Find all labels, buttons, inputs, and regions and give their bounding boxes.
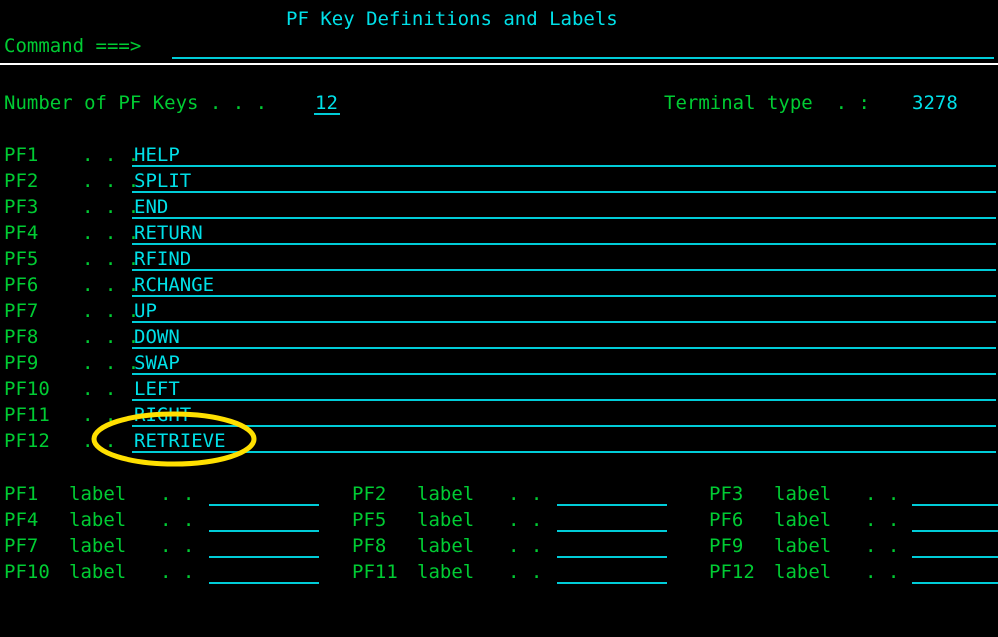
pf-def-value-underline[interactable] bbox=[132, 269, 996, 271]
pf-def-value-underline[interactable] bbox=[132, 451, 996, 453]
pf-def-value-underline[interactable] bbox=[132, 373, 996, 375]
num-pf-keys-underline[interactable] bbox=[314, 113, 340, 115]
pf-label-key: PF4 bbox=[4, 509, 39, 531]
pf-def-key-label: PF11 bbox=[4, 404, 50, 426]
command-input-underline[interactable] bbox=[172, 57, 994, 59]
pf-def-dots: . . . bbox=[82, 352, 140, 374]
pf-def-key-label: PF10 bbox=[4, 378, 50, 400]
pf-label-input-underline[interactable] bbox=[557, 530, 667, 532]
pf-label-dots: . . bbox=[865, 561, 900, 583]
pf-label-word: label bbox=[417, 483, 475, 505]
pf-label-key: PF8 bbox=[352, 535, 387, 557]
pf-label-word: label bbox=[69, 535, 127, 557]
pf-def-dots: . . bbox=[82, 378, 117, 400]
pf-label-dots: . . bbox=[865, 535, 900, 557]
pf-label-dots: . . bbox=[865, 483, 900, 505]
pf-label-input-underline[interactable] bbox=[912, 504, 998, 506]
pf-def-value-underline[interactable] bbox=[132, 165, 996, 167]
pf-def-value-underline[interactable] bbox=[132, 399, 996, 401]
pf-def-dots: . . . bbox=[82, 170, 140, 192]
pf-label-word: label bbox=[69, 561, 127, 583]
pf-label-dots: . . bbox=[508, 509, 543, 531]
command-prompt-label: Command ===> bbox=[4, 35, 142, 57]
pf-label-dots: . . bbox=[160, 561, 195, 583]
pf-label-input-underline[interactable] bbox=[557, 556, 667, 558]
pf-label-key: PF6 bbox=[709, 509, 744, 531]
pf-label-input-underline[interactable] bbox=[209, 582, 319, 584]
num-pf-keys-label: Number of PF Keys . . . bbox=[4, 92, 268, 114]
pf-label-word: label bbox=[774, 483, 832, 505]
pf-label-key: PF7 bbox=[4, 535, 39, 557]
pf-def-key-label: PF6 bbox=[4, 274, 39, 296]
pf-def-dots: . . . bbox=[82, 248, 140, 270]
pf-label-input-underline[interactable] bbox=[912, 556, 998, 558]
pf-label-key: PF5 bbox=[352, 509, 387, 531]
pf-def-value-underline[interactable] bbox=[132, 243, 996, 245]
pf-def-dots: . . . bbox=[82, 144, 140, 166]
header-separator bbox=[0, 63, 998, 65]
pf-def-value-underline[interactable] bbox=[132, 347, 996, 349]
pf-def-key-label: PF3 bbox=[4, 196, 39, 218]
pf-label-word: label bbox=[774, 535, 832, 557]
pf-label-key: PF9 bbox=[709, 535, 744, 557]
pf-label-key: PF1 bbox=[4, 483, 39, 505]
pf-label-dots: . . bbox=[508, 535, 543, 557]
pf-def-dots: . . . bbox=[82, 274, 140, 296]
pf-def-value-underline[interactable] bbox=[132, 321, 996, 323]
pf-def-value-underline[interactable] bbox=[132, 191, 996, 193]
pf-label-input-underline[interactable] bbox=[209, 504, 319, 506]
page-title: PF Key Definitions and Labels bbox=[286, 8, 618, 30]
pf-label-dots: . . bbox=[508, 483, 543, 505]
pf-def-dots: . . . bbox=[82, 326, 140, 348]
terminal-screen: PF Key Definitions and Labels Command ==… bbox=[0, 0, 998, 637]
pf-def-value-underline[interactable] bbox=[132, 425, 996, 427]
pf-def-key-label: PF9 bbox=[4, 352, 39, 374]
pf-def-key-label: PF5 bbox=[4, 248, 39, 270]
pf-def-dots: . . bbox=[82, 404, 117, 426]
terminal-type-value: 3278 bbox=[912, 92, 958, 114]
pf-label-word: label bbox=[774, 561, 832, 583]
pf-def-value-underline[interactable] bbox=[132, 217, 996, 219]
pf-label-input-underline[interactable] bbox=[912, 582, 998, 584]
pf-def-value-underline[interactable] bbox=[132, 295, 996, 297]
pf-def-dots: . . . bbox=[82, 300, 140, 322]
pf-def-key-label: PF7 bbox=[4, 300, 39, 322]
terminal-type-label: Terminal type . : bbox=[664, 92, 870, 114]
pf-def-dots: . . . bbox=[82, 196, 140, 218]
pf-label-input-underline[interactable] bbox=[557, 582, 667, 584]
pf-def-key-label: PF12 bbox=[4, 430, 50, 452]
pf-label-key: PF3 bbox=[709, 483, 744, 505]
pf-label-key: PF2 bbox=[352, 483, 387, 505]
footer-message: Press ENTER key to save changes. Enter E… bbox=[4, 610, 919, 637]
pf-label-word: label bbox=[417, 509, 475, 531]
pf-label-key: PF10 bbox=[4, 561, 50, 583]
pf-def-key-label: PF1 bbox=[4, 144, 39, 166]
pf-label-input-underline[interactable] bbox=[209, 556, 319, 558]
pf-label-word: label bbox=[417, 535, 475, 557]
pf-label-key: PF11 bbox=[352, 561, 398, 583]
pf-label-word: label bbox=[774, 509, 832, 531]
pf-label-word: label bbox=[69, 509, 127, 531]
pf-label-word: label bbox=[417, 561, 475, 583]
pf-def-key-label: PF8 bbox=[4, 326, 39, 348]
pf-def-key-label: PF2 bbox=[4, 170, 39, 192]
pf-def-key-label: PF4 bbox=[4, 222, 39, 244]
pf-label-word: label bbox=[69, 483, 127, 505]
pf-label-key: PF12 bbox=[709, 561, 755, 583]
pf-def-dots: . . bbox=[82, 430, 117, 452]
pf-label-dots: . . bbox=[508, 561, 543, 583]
pf-label-input-underline[interactable] bbox=[912, 530, 998, 532]
pf-label-dots: . . bbox=[160, 535, 195, 557]
pf-label-dots: . . bbox=[865, 509, 900, 531]
pf-label-input-underline[interactable] bbox=[557, 504, 667, 506]
pf-def-dots: . . . bbox=[82, 222, 140, 244]
pf-label-input-underline[interactable] bbox=[209, 530, 319, 532]
pf-label-dots: . . bbox=[160, 509, 195, 531]
pf-label-dots: . . bbox=[160, 483, 195, 505]
